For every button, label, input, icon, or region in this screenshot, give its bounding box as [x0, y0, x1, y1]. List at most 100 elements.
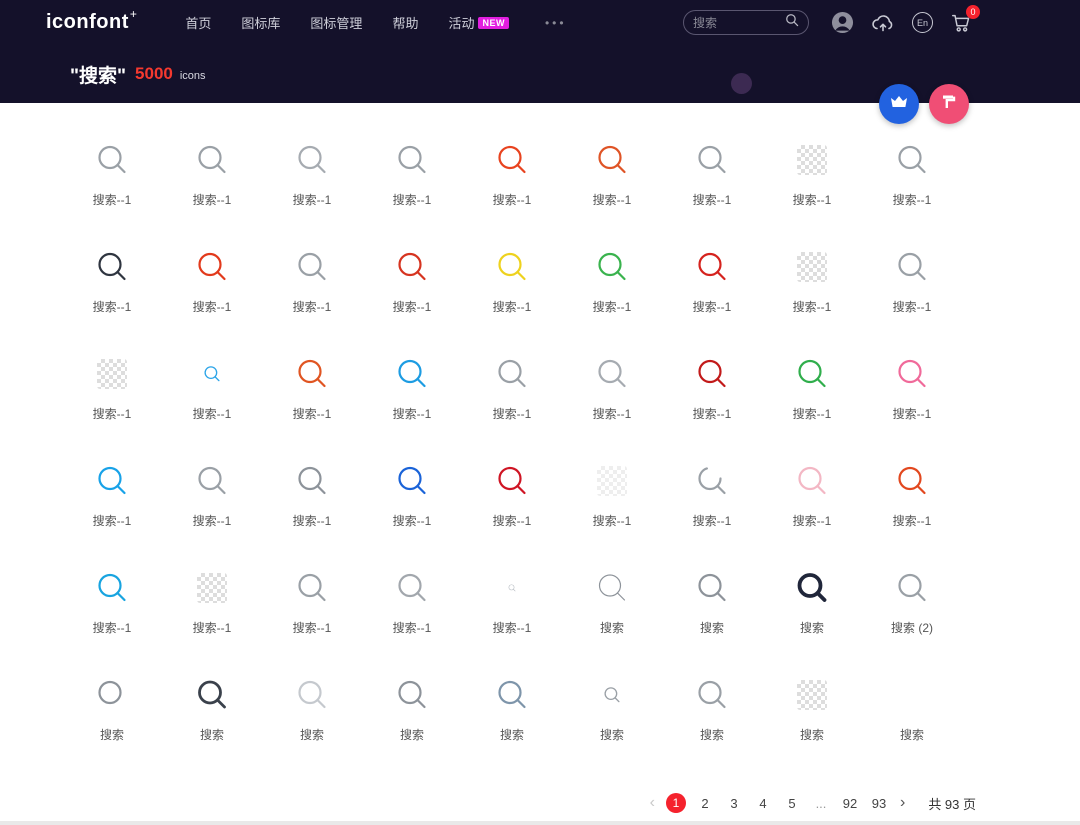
- grid-item[interactable]: 搜索--1: [562, 238, 662, 345]
- grid-item[interactable]: 搜索: [662, 666, 762, 773]
- grid-item[interactable]: 搜索--1: [162, 238, 262, 345]
- grid-item[interactable]: 搜索--1: [362, 559, 462, 666]
- grid-item[interactable]: 搜索: [862, 666, 962, 773]
- grid-item-label: 搜索--1: [392, 514, 432, 528]
- search-input[interactable]: [693, 15, 785, 30]
- grid-item[interactable]: 搜索: [762, 559, 862, 666]
- grid-item[interactable]: 搜索--1: [762, 131, 862, 238]
- nav-item-activity[interactable]: 活动 NEW: [448, 13, 509, 32]
- grid-item[interactable]: 搜索: [662, 559, 762, 666]
- batch-style-button[interactable]: [929, 84, 969, 124]
- grid-item[interactable]: 搜索--1: [62, 452, 162, 559]
- grid-item[interactable]: 搜索: [62, 666, 162, 773]
- grid-item[interactable]: 搜索--1: [62, 559, 162, 666]
- nav-item-home[interactable]: 首页: [185, 13, 211, 32]
- magnifier-icon: [162, 131, 262, 189]
- upload-cloud-icon[interactable]: [871, 13, 895, 33]
- grid-item[interactable]: 搜索--1: [762, 452, 862, 559]
- grid-item[interactable]: 搜索: [162, 666, 262, 773]
- grid-item[interactable]: 搜索--1: [762, 238, 862, 345]
- grid-item[interactable]: 搜索: [262, 666, 362, 773]
- grid-item[interactable]: 搜索--1: [462, 452, 562, 559]
- grid-item-label: 搜索--1: [692, 300, 732, 314]
- prev-page-icon[interactable]: ‹: [648, 794, 657, 812]
- grid-item[interactable]: 搜索: [462, 666, 562, 773]
- grid-item[interactable]: 搜索: [762, 666, 862, 773]
- language-icon[interactable]: En: [912, 12, 933, 33]
- grid-item[interactable]: 搜索--1: [162, 131, 262, 238]
- grid-item[interactable]: 搜索: [562, 559, 662, 666]
- page-button-92[interactable]: 92: [840, 793, 860, 813]
- grid-item[interactable]: 搜索--1: [262, 238, 362, 345]
- grid-item[interactable]: 搜索--1: [262, 452, 362, 559]
- grid-item[interactable]: 搜索--1: [262, 131, 362, 238]
- grid-item[interactable]: 搜索--1: [262, 559, 362, 666]
- more-menu-icon[interactable]: •••: [545, 16, 567, 30]
- grid-item-label: 搜索--1: [92, 407, 132, 421]
- page-button-93[interactable]: 93: [869, 793, 889, 813]
- grid-item[interactable]: 搜索--1: [862, 238, 962, 345]
- grid-item[interactable]: 搜索--1: [362, 238, 462, 345]
- magnifier-icon: [162, 452, 262, 510]
- grid-item[interactable]: 搜索--1: [462, 131, 562, 238]
- grid-item[interactable]: 搜索--1: [562, 452, 662, 559]
- grid-item-label: 搜索--1: [892, 407, 932, 421]
- grid-item[interactable]: 搜索: [362, 666, 462, 773]
- magnifier-icon: [562, 131, 662, 189]
- grid-item[interactable]: 搜索--1: [562, 345, 662, 452]
- grid-item[interactable]: 搜索: [562, 666, 662, 773]
- grid-item[interactable]: 搜索--1: [162, 559, 262, 666]
- topbar-icons: En 0: [831, 4, 980, 34]
- grid-item[interactable]: 搜索 (2): [862, 559, 962, 666]
- nav-item-icon-manage[interactable]: 图标管理: [310, 13, 362, 32]
- grid-item[interactable]: 搜索--1: [862, 345, 962, 452]
- grid-item[interactable]: 搜索--1: [662, 452, 762, 559]
- grid-item[interactable]: 搜索--1: [762, 345, 862, 452]
- logo[interactable]: iconfont +: [46, 7, 137, 34]
- vip-crown-button[interactable]: [879, 84, 919, 124]
- grid-item[interactable]: 搜索--1: [662, 238, 762, 345]
- page-button-4[interactable]: 4: [753, 793, 773, 813]
- grid-item-label: 搜索--1: [92, 621, 132, 635]
- grid-item-label: 搜索: [599, 728, 624, 742]
- nav-item-help[interactable]: 帮助: [392, 13, 418, 32]
- page-button-5[interactable]: 5: [782, 793, 802, 813]
- search-icon[interactable]: [785, 13, 799, 32]
- magnifier-icon: [562, 345, 662, 403]
- grid-item[interactable]: 搜索--1: [62, 345, 162, 452]
- grid-item-label: 搜索: [899, 728, 924, 742]
- grid-item[interactable]: 搜索--1: [862, 131, 962, 238]
- grid-item[interactable]: 搜索--1: [162, 345, 262, 452]
- grid-item-label: 搜索--1: [892, 193, 932, 207]
- magnifier-icon: [862, 131, 962, 189]
- grid-item[interactable]: 搜索--1: [662, 131, 762, 238]
- grid-item[interactable]: 搜索--1: [262, 345, 362, 452]
- grid-item-label: 搜索 (2): [890, 621, 933, 635]
- nav-item-icon-library[interactable]: 图标库: [241, 13, 280, 32]
- page-button-1[interactable]: 1: [665, 793, 686, 813]
- grid-item[interactable]: 搜索--1: [562, 131, 662, 238]
- page-button-3[interactable]: 3: [724, 793, 744, 813]
- grid-item-label: 搜索--1: [492, 407, 532, 421]
- page-button-2[interactable]: 2: [695, 793, 715, 813]
- logo-text: iconfont: [46, 11, 129, 33]
- user-avatar-icon[interactable]: [831, 11, 854, 34]
- grid-item[interactable]: 搜索--1: [662, 345, 762, 452]
- grid-item-label: 搜索: [799, 621, 824, 635]
- magnifier-icon: [862, 559, 962, 617]
- cart-icon[interactable]: 0: [950, 4, 980, 34]
- grid-item[interactable]: 搜索--1: [62, 131, 162, 238]
- page-ellipsis: ...: [815, 795, 827, 811]
- grid-item-label: 搜索--1: [892, 514, 932, 528]
- next-page-icon[interactable]: ›: [898, 794, 907, 812]
- grid-item[interactable]: 搜索--1: [862, 452, 962, 559]
- grid-item[interactable]: 搜索--1: [362, 452, 462, 559]
- grid-item-label: 搜索--1: [392, 193, 432, 207]
- grid-item[interactable]: 搜索--1: [462, 238, 562, 345]
- grid-item[interactable]: 搜索--1: [362, 345, 462, 452]
- grid-item[interactable]: 搜索--1: [462, 559, 562, 666]
- grid-item[interactable]: 搜索--1: [162, 452, 262, 559]
- grid-item[interactable]: 搜索--1: [62, 238, 162, 345]
- grid-item[interactable]: 搜索--1: [362, 131, 462, 238]
- grid-item[interactable]: 搜索--1: [462, 345, 562, 452]
